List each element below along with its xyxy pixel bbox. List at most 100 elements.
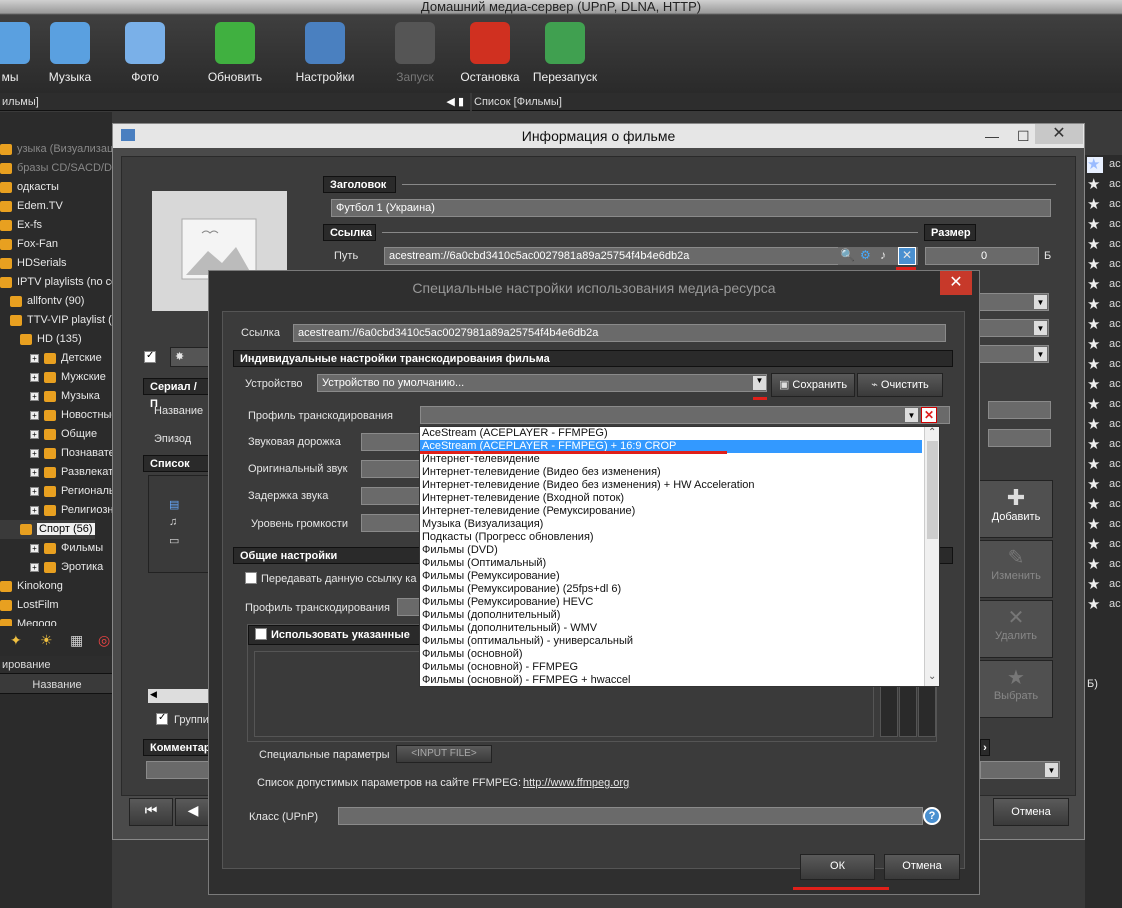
save-button[interactable]: ▣ Сохранить xyxy=(771,373,855,397)
chevron-down-icon[interactable]: ▼ xyxy=(905,408,918,422)
profile-option[interactable]: Фильмы (Ремуксирование) HEVC xyxy=(422,596,593,609)
list-row-label[interactable]: ac xyxy=(1109,218,1121,230)
profile-select[interactable]: ▼ ✕ xyxy=(420,406,950,424)
expand-icon[interactable]: + xyxy=(30,467,39,477)
star-icon[interactable]: ★ xyxy=(1087,197,1103,213)
ok-button[interactable]: ОК xyxy=(800,854,875,880)
profile-option[interactable]: Фильмы (Ремуксирование) (25fps+dl 6) xyxy=(422,583,621,596)
star-icon[interactable]: ★ xyxy=(1087,277,1103,293)
tree-item[interactable]: TTV-VIP playlist (n xyxy=(0,311,118,330)
star-icon[interactable]: ★ xyxy=(1087,397,1103,413)
expand-icon[interactable]: + xyxy=(30,562,39,572)
profile-option[interactable]: Интернет-телевидение (Видео без изменени… xyxy=(422,466,661,479)
scroll-up-icon[interactable]: ⌃ xyxy=(928,427,936,438)
expand-icon[interactable]: + xyxy=(30,372,39,382)
star-icon[interactable]: ★ xyxy=(1087,517,1103,533)
list-row-label[interactable]: ac xyxy=(1109,518,1121,530)
list-row-label[interactable]: ac xyxy=(1109,438,1121,450)
ffmpeg-link[interactable]: http://www.ffmpeg.org xyxy=(523,777,629,789)
list-row-label[interactable]: ac xyxy=(1109,238,1121,250)
chevron-down-icon[interactable]: ▼ xyxy=(1034,321,1047,335)
profile-option[interactable]: Фильмы (DVD) xyxy=(422,544,498,557)
list-row-label[interactable]: ac xyxy=(1109,558,1121,570)
profile-option[interactable]: Фильмы (дополнительный) xyxy=(422,609,560,622)
tree-item[interactable]: HD (135) xyxy=(0,330,82,349)
toolbar-music-button[interactable]: Музыка xyxy=(30,18,110,88)
profile-option[interactable]: Интернет-телевидение xyxy=(422,453,540,466)
profile-option[interactable]: Фильмы (основной) xyxy=(422,648,523,661)
input-file-button[interactable]: <INPUT FILE> xyxy=(396,745,492,763)
edit-button[interactable]: ✎ Изменить xyxy=(979,540,1053,598)
chevron-down-icon[interactable]: ▼ xyxy=(1034,295,1047,309)
star-icon[interactable]: ★ xyxy=(1087,157,1103,173)
expand-icon[interactable]: + xyxy=(30,353,39,363)
close-icon[interactable]: ✕ xyxy=(940,271,972,295)
profile-option[interactable]: Подкасты (Прогресс обновления) xyxy=(422,531,594,544)
serial-field-2[interactable] xyxy=(988,429,1051,447)
first-button[interactable]: ⏮ xyxy=(129,798,173,826)
toolbar-refresh-button[interactable]: Обновить xyxy=(195,18,275,88)
star-icon[interactable]: ★ xyxy=(1087,457,1103,473)
folder-add-icon[interactable]: ✦ xyxy=(10,632,22,649)
comment-dropdown[interactable]: ▼ xyxy=(980,761,1060,779)
audio-icon[interactable]: ♪ xyxy=(880,248,886,262)
tree-item[interactable]: + Развлекател xyxy=(0,463,125,482)
minimize-icon[interactable]: — xyxy=(985,124,999,148)
tree-item[interactable]: + Детские xyxy=(0,349,102,368)
star-icon[interactable]: ★ xyxy=(1087,417,1103,433)
list-row-label[interactable]: ac xyxy=(1109,318,1121,330)
list-row-label[interactable]: ac xyxy=(1109,478,1121,490)
scroll-down-icon[interactable]: ⌄ xyxy=(928,671,936,682)
profile-option[interactable]: Фильмы (оптимальный) - универсальный xyxy=(422,635,633,648)
device-select[interactable]: Устройство по умолчанию... xyxy=(317,374,767,392)
toolbar-start-button[interactable]: Запуск xyxy=(375,18,455,88)
star-icon[interactable]: ★ xyxy=(1087,497,1103,513)
list-row-label[interactable]: ac xyxy=(1109,458,1121,470)
profile-option[interactable]: Фильмы (основной) - FFMPEG xyxy=(422,661,578,674)
star-icon[interactable]: ★ xyxy=(1087,537,1103,553)
profile-option[interactable]: Интернет-телевидение (Входной поток) xyxy=(422,492,624,505)
tree-item[interactable]: allfontv (90) xyxy=(0,292,84,311)
lifebuoy-icon[interactable]: ◎ xyxy=(98,632,110,649)
add-button[interactable]: ✚ Добавить xyxy=(979,480,1053,538)
scroll-left-icon[interactable]: ◀ xyxy=(150,689,157,700)
grid-icon[interactable]: ▦ xyxy=(70,632,83,649)
toolbar-settings-button[interactable]: Настройки xyxy=(285,18,365,88)
star-icon[interactable]: ★ xyxy=(1087,297,1103,313)
list-row-label[interactable]: ac xyxy=(1109,178,1121,190)
use-specified-checkbox[interactable] xyxy=(255,628,267,640)
gear-icon[interactable]: ⚙ xyxy=(860,248,871,262)
chevron-down-icon[interactable]: ▼ xyxy=(1045,763,1058,777)
delete-button[interactable]: ✕ Удалить xyxy=(979,600,1053,658)
help-icon[interactable]: ? xyxy=(923,807,941,825)
name-column-header[interactable]: Название xyxy=(0,676,112,694)
pass-link-checkbox[interactable] xyxy=(245,572,257,584)
weather-icon[interactable]: ☀ xyxy=(40,632,53,649)
expand-icon[interactable]: + xyxy=(30,429,39,439)
star-icon[interactable]: ★ xyxy=(1087,317,1103,333)
dropdown-scrollbar[interactable]: ⌃ ⌄ xyxy=(924,427,939,686)
profile-option[interactable]: Фильмы (Ремуксирование) xyxy=(422,570,560,583)
tree-item[interactable]: + Религиозны xyxy=(0,501,121,520)
profile-option[interactable]: Фильмы (дополнительный) - WMV xyxy=(422,622,597,635)
star-icon[interactable]: ★ xyxy=(1087,237,1103,253)
tree-item[interactable]: + Фильмы xyxy=(0,539,103,558)
link-field[interactable]: acestream://6a0cbd3410c5ac0027981a89a257… xyxy=(293,324,946,342)
prev-button[interactable]: ◀ xyxy=(175,798,211,826)
star-icon[interactable]: ★ xyxy=(1087,597,1103,613)
search-icon[interactable]: 🔍 xyxy=(840,248,855,262)
star-icon[interactable]: ★ xyxy=(1087,557,1103,573)
tree-item[interactable]: Fox-Fan xyxy=(0,235,58,254)
original-sound-field[interactable] xyxy=(361,460,421,478)
star-icon[interactable]: ★ xyxy=(1087,577,1103,593)
tree-item[interactable]: + Эротика xyxy=(0,558,103,577)
star-icon[interactable]: ★ xyxy=(1087,217,1103,233)
tree-item[interactable]: + Региональ xyxy=(0,482,115,501)
toolbar-photo-button[interactable]: Фото xyxy=(105,18,185,88)
tree-item[interactable]: одкасты xyxy=(0,178,59,197)
maximize-icon[interactable]: ☐ xyxy=(1017,124,1030,148)
list-row-label[interactable]: ac xyxy=(1109,358,1121,370)
cancel-button[interactable]: Отмена xyxy=(884,854,960,880)
expand-icon[interactable]: + xyxy=(30,486,39,496)
tree-item[interactable]: + Познаватель xyxy=(0,444,127,463)
